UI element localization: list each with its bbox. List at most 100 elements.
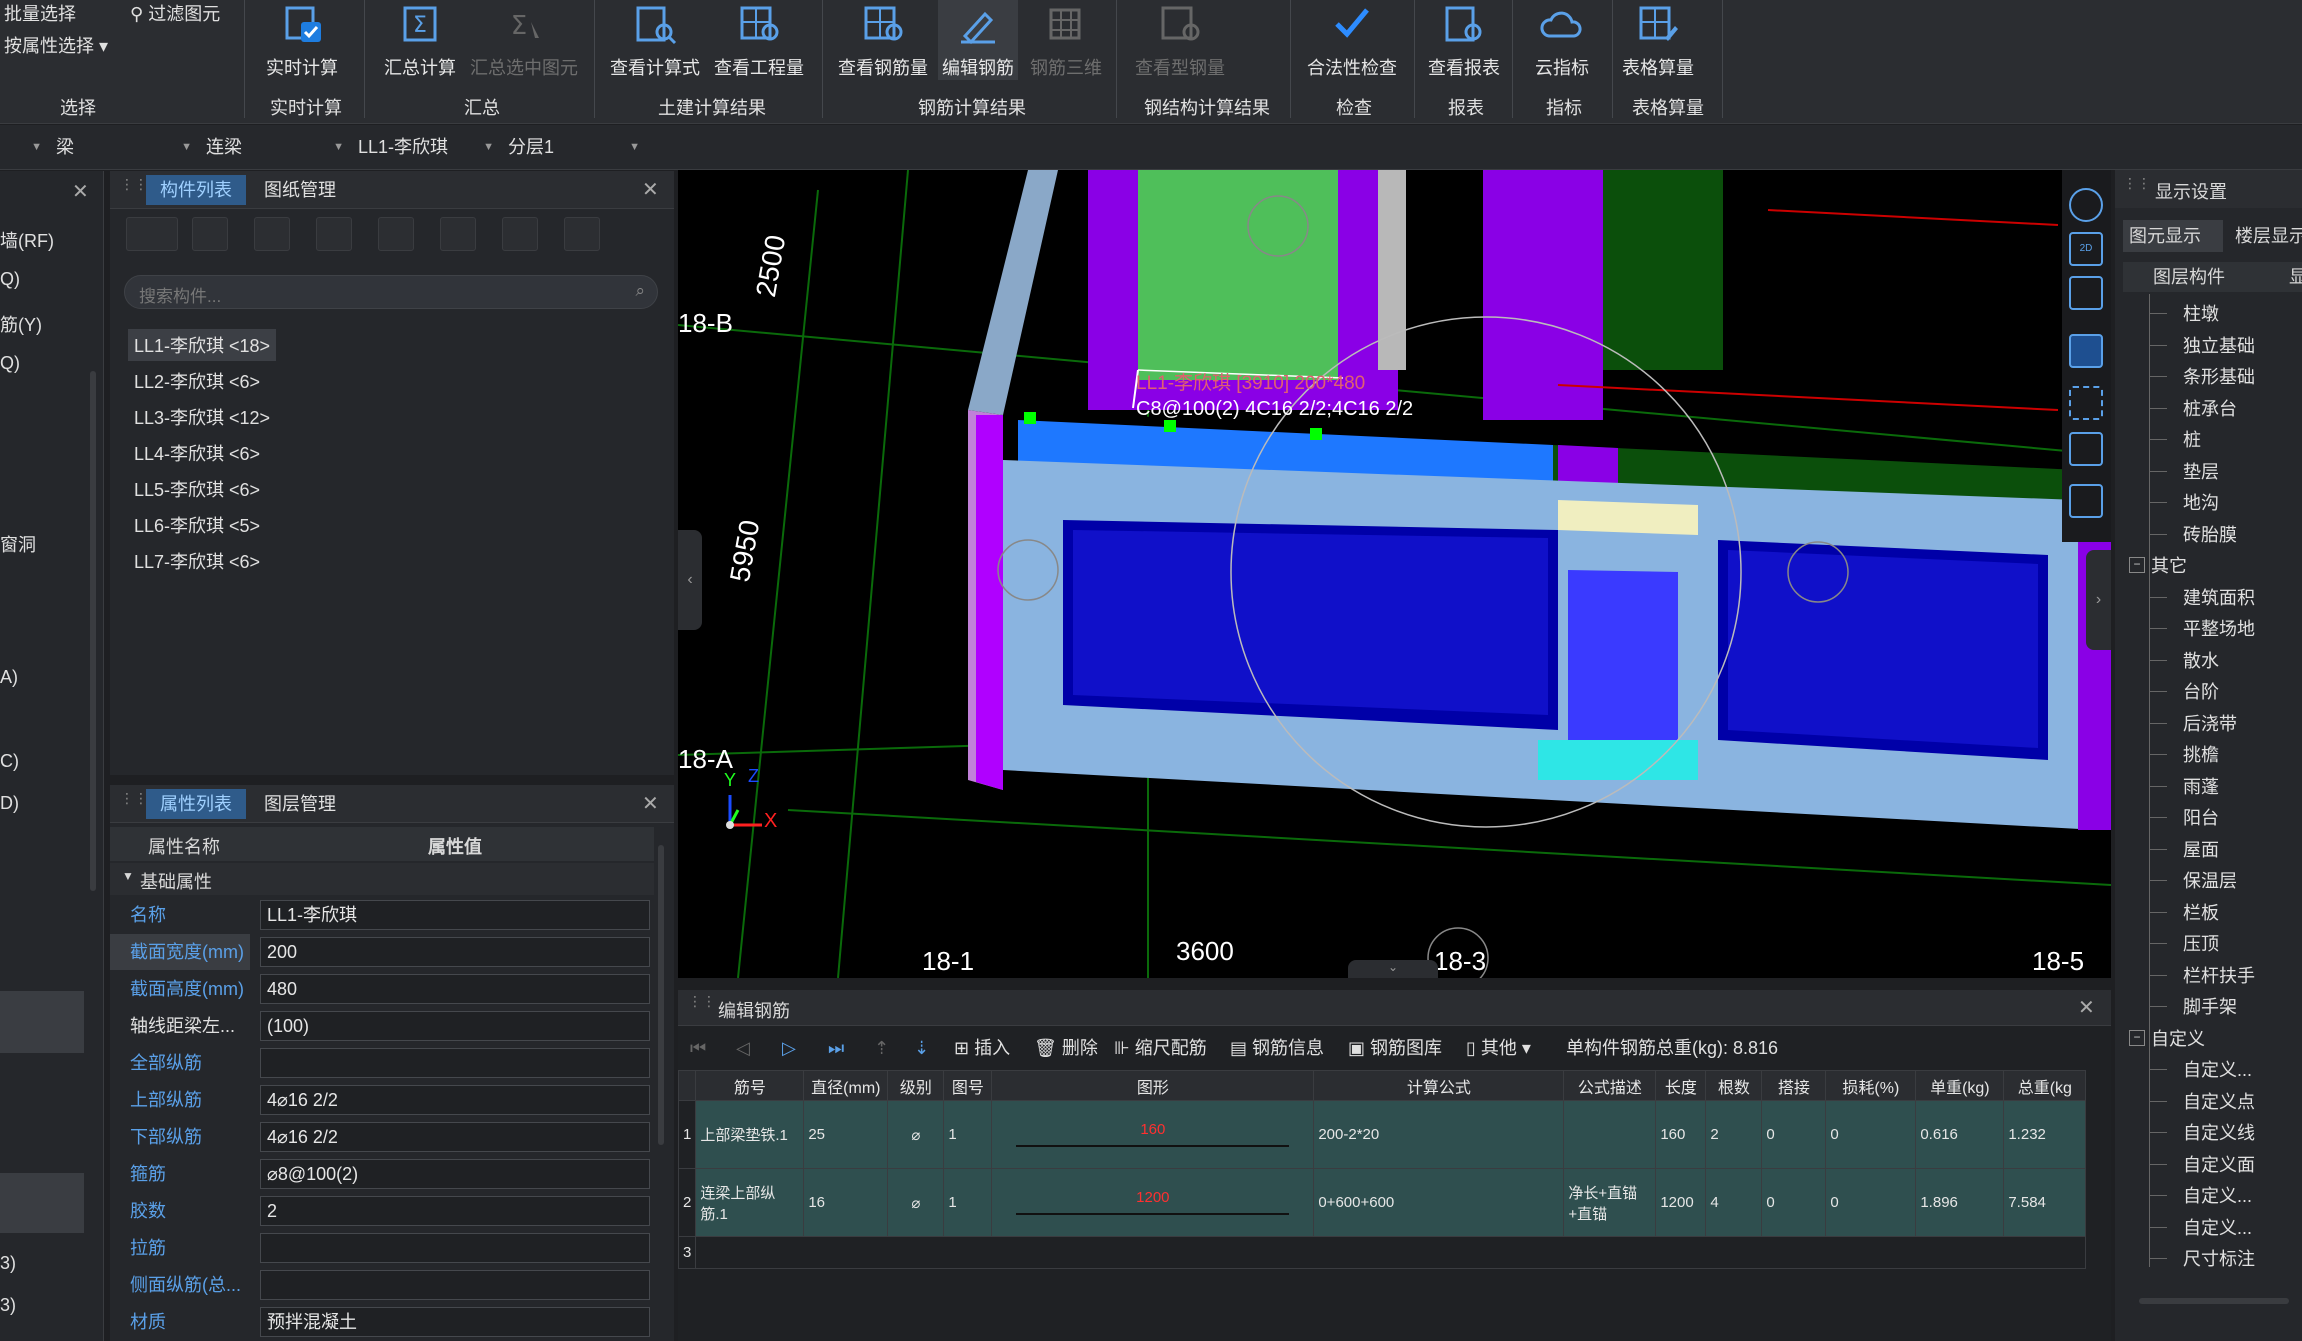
scale-rebar-button[interactable]: ⊪ 缩尺配筋 (1114, 1034, 1207, 1062)
table-row[interactable]: 1 上部梁垫铁.1 25 ⌀ 1 160 200-2*20 160 2 0 0 … (677, 1100, 2087, 1169)
scrollbar[interactable] (90, 371, 96, 891)
fullscreen-icon[interactable] (2069, 386, 2103, 420)
last-record-icon[interactable]: ⏭ (828, 1034, 844, 1062)
close-icon[interactable]: ✕ (642, 791, 659, 816)
property-value-field[interactable]: 4⌀16 2/2 (260, 1085, 650, 1115)
property-value-field[interactable]: (100) (260, 1011, 650, 1041)
tree-item[interactable]: 自定义... (2183, 1056, 2252, 1082)
cell-desc[interactable]: 净长+直锚+直锚 (1563, 1168, 1657, 1237)
cell-grade[interactable]: ⌀ (887, 1100, 945, 1169)
tab-floor-display[interactable]: 楼层显示 (2229, 220, 2302, 252)
tree-item[interactable]: 自定义... (2183, 1182, 2252, 1208)
tree-item[interactable]: 桩承台 (2183, 395, 2237, 421)
cell-dia[interactable]: 25 (803, 1100, 889, 1169)
view-formula-button[interactable]: 查看计算式 (610, 0, 700, 80)
view-rebar-button[interactable]: 查看钢筋量 (838, 0, 928, 80)
solid-box-icon[interactable] (2069, 334, 2103, 368)
cell-lap[interactable]: 0 (1761, 1168, 1827, 1237)
component-item-ll3[interactable]: LL3-李欣琪 <12> (128, 401, 276, 433)
prev-record-icon[interactable]: ◁ (736, 1034, 750, 1062)
component-item-ll6[interactable]: LL6-李欣琪 <5> (128, 509, 266, 541)
drag-grip-icon[interactable]: ⋮⋮ (120, 177, 148, 199)
nav-item[interactable]: 窗洞 (0, 531, 36, 557)
edit-rebar-button[interactable]: 编辑钢筋 (938, 0, 1018, 80)
tree-item[interactable]: 自定义点 (2183, 1088, 2255, 1114)
property-row[interactable]: 轴线距梁左... (100) (110, 1008, 650, 1044)
view-steel-button[interactable]: 查看型钢量 (1132, 0, 1228, 80)
cell-loss[interactable]: 0 (1825, 1168, 1917, 1237)
cell-formula[interactable]: 200-2*20 (1313, 1100, 1565, 1169)
3d-box-icon[interactable] (2069, 276, 2103, 310)
next-record-icon[interactable]: ▷ (782, 1034, 796, 1062)
tree-item[interactable]: 压顶 (2183, 930, 2219, 956)
collapse-bottom-icon[interactable]: ⌄ (1348, 960, 1438, 978)
tree-item[interactable]: 阳台 (2183, 804, 2219, 830)
tree-item[interactable]: 自定义线 (2183, 1119, 2255, 1145)
cell-count[interactable]: 2 (1705, 1100, 1763, 1169)
cell-desc[interactable] (1563, 1100, 1657, 1169)
property-row[interactable]: 拉筋 (110, 1230, 650, 1266)
rebar-library-button[interactable]: ▣ 钢筋图库 (1348, 1034, 1442, 1062)
realtime-calc-button[interactable]: 实时计算 (262, 0, 342, 80)
table-row[interactable]: 3 (677, 1236, 2087, 1269)
property-value-field[interactable]: ⌀8@100(2) (260, 1159, 650, 1189)
cell-dia[interactable]: 16 (803, 1168, 889, 1237)
rebar-3d-button[interactable]: 钢筋三维 (1026, 0, 1106, 80)
summary-selected-button[interactable]: Σ 汇总选中图元 (468, 0, 580, 80)
first-record-icon[interactable]: ⏮ (690, 1034, 706, 1062)
combo-layer[interactable]: 分层1 ▼ (502, 133, 646, 161)
cell-name[interactable]: 上部梁垫铁.1 (695, 1100, 805, 1169)
nav-item[interactable]: C) (0, 751, 19, 772)
cell-unit[interactable]: 0.616 (1915, 1100, 2005, 1169)
tree-item[interactable]: 桩 (2183, 426, 2201, 452)
tree-item[interactable]: 后浇带 (2183, 710, 2237, 736)
cell-len[interactable]: 160 (1655, 1100, 1707, 1169)
delete-button[interactable]: 🗑 删除 (1034, 1034, 1098, 1062)
list-icon[interactable] (564, 217, 600, 251)
tree-item[interactable]: 屋面 (2183, 836, 2219, 862)
combo-subtype[interactable]: 连梁 ▼ (200, 133, 350, 161)
3d-viewport[interactable]: LL1-李欣琪 [3910] 200*480 C8@100(2) 4C16 2/… (678, 170, 2111, 978)
tab-property-list[interactable]: 属性列表 (146, 789, 246, 819)
tree-item[interactable]: 垫层 (2183, 458, 2219, 484)
move-down-icon[interactable]: ⇣ (914, 1034, 929, 1062)
close-icon[interactable]: ✕ (2078, 995, 2095, 1020)
tree-item[interactable]: 散水 (2183, 647, 2219, 673)
component-item-ll1[interactable]: LL1-李欣琪 <18> (128, 329, 277, 361)
empty-row[interactable] (695, 1236, 2087, 1269)
drag-grip-icon[interactable]: ⋮⋮ (2123, 176, 2151, 198)
cell-fig[interactable]: 1 (943, 1168, 993, 1237)
cell-shape[interactable]: 160 (991, 1100, 1315, 1169)
property-row[interactable]: 材质 预拌混凝土 (110, 1304, 650, 1340)
property-value-field[interactable]: LL1-李欣琪 (260, 900, 650, 930)
property-value-field[interactable] (260, 1233, 650, 1263)
tree-item[interactable]: 台阶 (2183, 678, 2219, 704)
delete-icon[interactable] (254, 217, 290, 251)
properties-icon[interactable] (2069, 484, 2103, 518)
property-row[interactable]: 侧面纵筋(总... (110, 1267, 650, 1303)
component-item-ll4[interactable]: LL4-李欣琪 <6> (128, 437, 266, 469)
scrollbar[interactable] (658, 845, 664, 1145)
tree-item[interactable]: 建筑面积 (2183, 584, 2255, 610)
move-up-icon[interactable]: ⇡ (874, 1034, 889, 1062)
collapse-left-icon[interactable]: ‹ (678, 530, 702, 630)
tree-item[interactable]: 砖胎膜 (2183, 521, 2237, 547)
property-row[interactable]: 下部纵筋 4⌀16 2/2 (110, 1119, 650, 1155)
orbit-icon[interactable] (2069, 188, 2103, 222)
property-row[interactable]: 截面宽度(mm) 200 (110, 934, 650, 970)
tree-item[interactable]: 自定义面 (2183, 1151, 2255, 1177)
tree-item[interactable]: 地沟 (2183, 489, 2219, 515)
component-item-ll2[interactable]: LL2-李欣琪 <6> (128, 365, 266, 397)
tree-item[interactable]: 脚手架 (2183, 993, 2237, 1019)
nav-item-selected[interactable] (0, 991, 84, 1053)
other-button[interactable]: ▯ 其他 ▾ (1466, 1034, 1531, 1062)
drag-grip-icon[interactable]: ⋮⋮ (120, 791, 148, 813)
2d-view-icon[interactable]: 2D (2069, 232, 2103, 266)
tree-item[interactable]: 平整场地 (2183, 615, 2255, 641)
property-row[interactable]: 箍筋 ⌀8@100(2) (110, 1156, 650, 1192)
tree-item[interactable]: 条形基础 (2183, 363, 2255, 389)
cell-formula[interactable]: 0+600+600 (1313, 1168, 1565, 1237)
tree-item[interactable]: 挑檐 (2183, 741, 2219, 767)
property-row[interactable]: 全部纵筋 (110, 1045, 650, 1081)
collapse-right-icon[interactable]: › (2086, 550, 2111, 650)
